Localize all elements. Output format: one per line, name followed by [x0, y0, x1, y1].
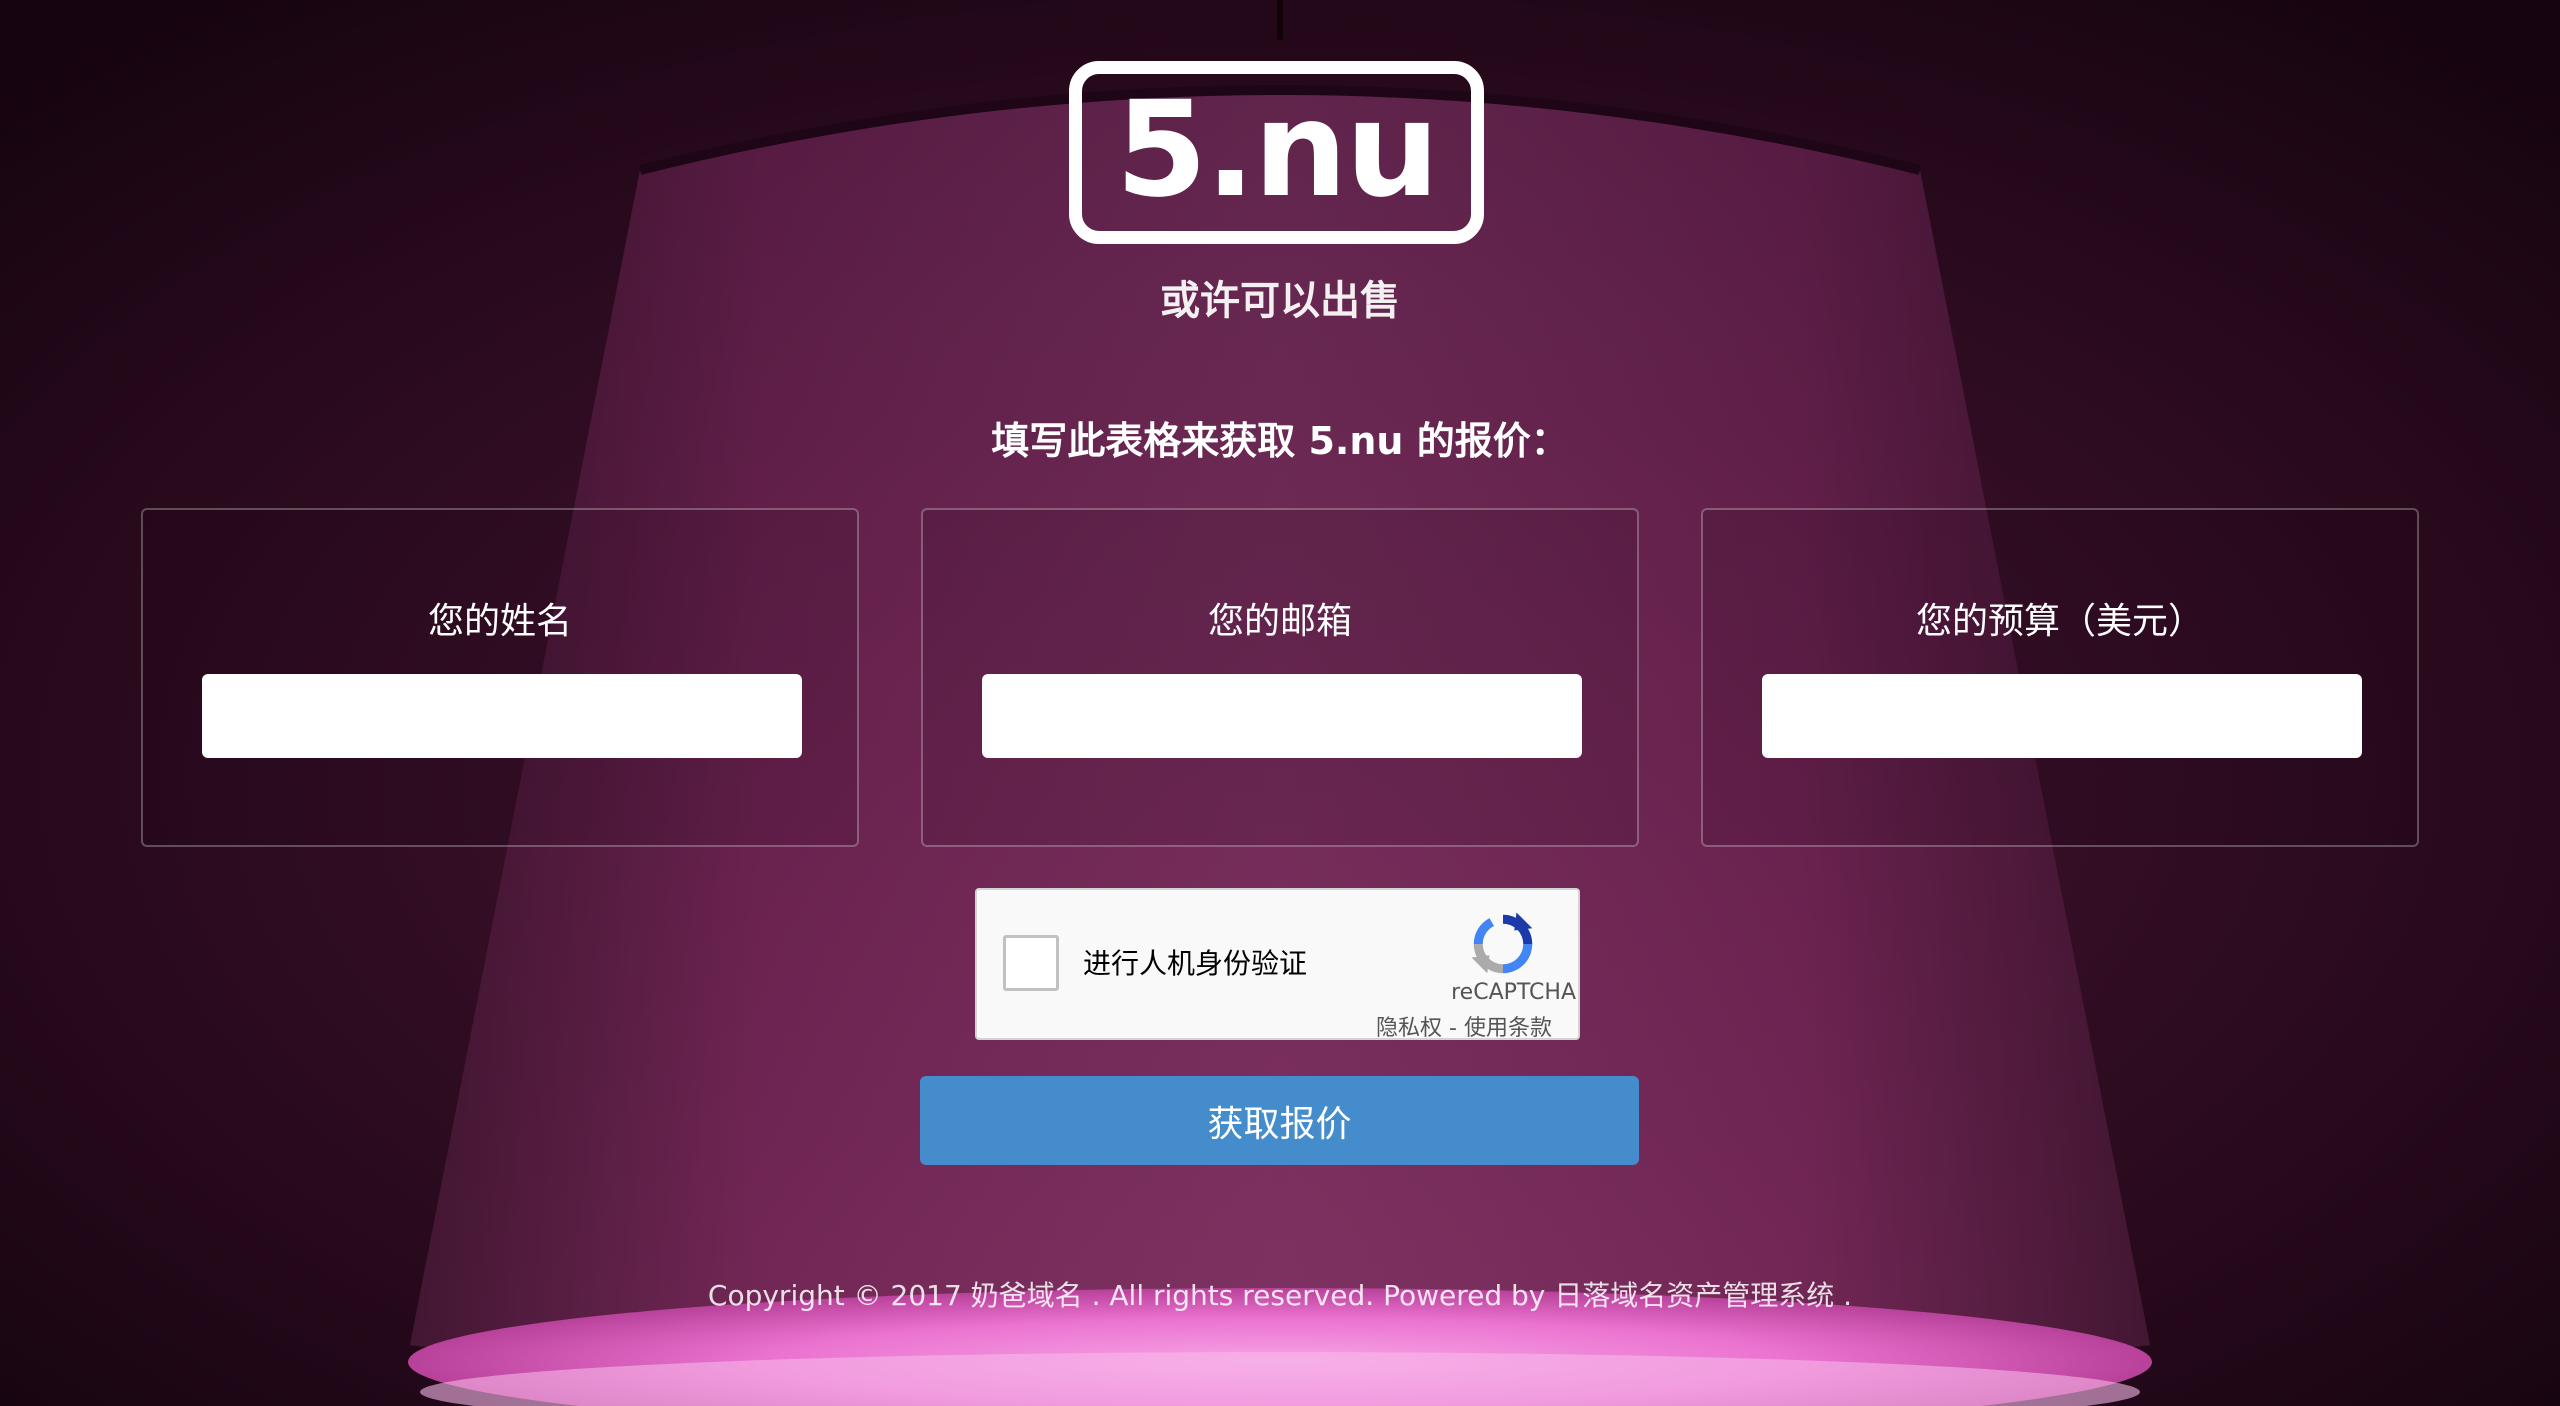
content: 5.nu 或许可以出售 填写此表格来获取 5.nu 的报价： 您的姓名 您的邮箱… [0, 0, 2560, 1406]
recaptcha-links: 隐私权 - 使用条款 [1376, 1010, 1552, 1042]
email-input[interactable] [982, 674, 1582, 758]
email-field-card: 您的邮箱 [921, 508, 1639, 847]
recaptcha-label: 进行人机身份验证 [1083, 947, 1308, 980]
name-field-card: 您的姓名 [141, 508, 859, 847]
budget-field-label: 您的预算（美元） [1915, 601, 2204, 642]
site-logo: 5.nu [1069, 61, 1484, 244]
name-field-label: 您的姓名 [427, 601, 572, 642]
footer-copyright: Copyright © 2017 奶爸域名 . All rights reser… [707, 1279, 1853, 1312]
budget-field-card: 您的预算（美元） [1701, 508, 2419, 847]
recaptcha-privacy-link[interactable]: 隐私权 [1376, 1016, 1442, 1041]
name-input[interactable] [202, 674, 802, 758]
recaptcha-brand: reCAPTCHA [1451, 980, 1576, 1005]
logo-text: 5.nu [1115, 72, 1440, 227]
tagline: 或许可以出售 [1160, 278, 1400, 324]
budget-input[interactable] [1762, 674, 2362, 758]
page: 5.nu 或许可以出售 填写此表格来获取 5.nu 的报价： 您的姓名 您的邮箱… [0, 0, 2560, 1406]
recaptcha-widget: 进行人机身份验证 reCAPTCHA 隐私权 - 使用条款 [975, 888, 1580, 1042]
email-field-label: 您的邮箱 [1207, 601, 1352, 642]
recaptcha-checkbox[interactable] [1003, 935, 1059, 991]
recaptcha-terms-link[interactable]: 使用条款 [1464, 1016, 1552, 1041]
form-heading: 填写此表格来获取 5.nu 的报价： [991, 419, 1569, 463]
get-quote-button[interactable]: 获取报价 [920, 1076, 1639, 1165]
recaptcha-icon [1471, 912, 1533, 974]
recaptcha-link-separator: - [1442, 1016, 1464, 1041]
